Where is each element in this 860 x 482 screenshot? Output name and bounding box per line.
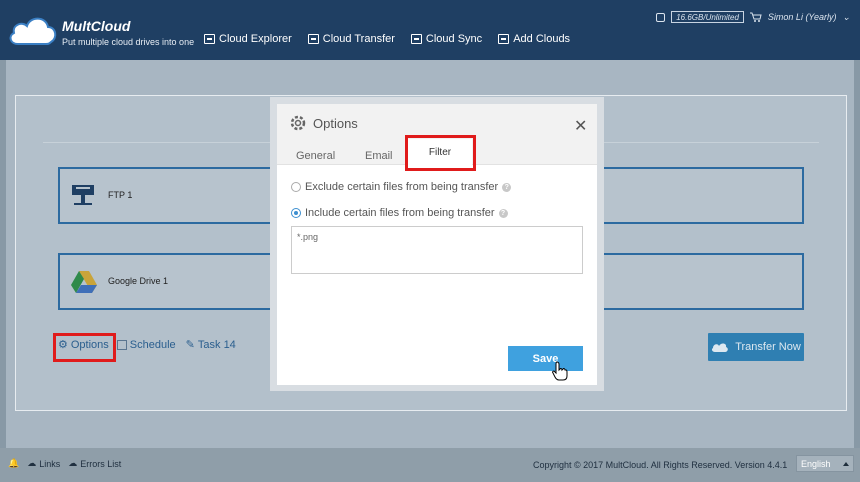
caret-up-icon [843,462,849,466]
nav-label: Add Clouds [513,33,571,45]
errors-label: Errors List [80,458,122,469]
help-icon[interactable]: ? [502,182,512,192]
cloud-sync-icon [410,34,422,44]
add-clouds-icon [498,34,510,44]
exclude-option[interactable]: Exclude certain files from being transfe… [291,181,512,193]
close-icon[interactable]: ✕ [574,116,587,136]
save-button[interactable]: Save [508,346,583,371]
brand-tagline: Put multiple cloud drives into one [62,37,195,47]
chevron-down-icon[interactable]: ⌄ [842,12,850,23]
target-drive-label: Google Drive 1 [108,276,169,286]
copyright-text: Copyright © 2017 MultCloud. All Rights R… [533,460,788,470]
app-footer: 🔔 ☁ Links ☁ Errors List Copyright © 2017… [0,448,860,482]
gear-icon [290,115,306,131]
transfer-now-button[interactable]: Transfer Now [708,333,804,361]
brand-name: MultCloud [62,18,131,34]
hand-cursor-icon [552,361,568,381]
links-label: Links [39,458,61,469]
schedule-label: Schedule [129,338,176,351]
nav-cloud-sync[interactable]: Cloud Sync [410,33,483,45]
nav-cloud-transfer[interactable]: Cloud Transfer [307,33,395,45]
app-header: MultCloud Put multiple cloud drives into… [0,0,860,60]
include-radio[interactable] [291,208,301,218]
storage-usage: 16.6GB/Unlimited [671,11,744,23]
filter-tab-highlight [405,135,476,171]
nav-label: Cloud Sync [425,33,483,45]
ftp-icon [72,185,94,205]
cloud-upload-icon [712,343,728,352]
dialog-title: Options [313,116,358,131]
account-area: 16.6GB/Unlimited Simon Li (Yearly) ⌄ [656,11,850,23]
tab-email[interactable]: Email [365,150,393,162]
footer-links: 🔔 ☁ Links ☁ Errors List [8,458,121,469]
nav-cloud-explorer[interactable]: Cloud Explorer [204,33,292,45]
exclude-radio[interactable] [291,182,301,192]
edit-icon: ✎ [185,339,195,351]
nav-label: Cloud Explorer [219,33,292,45]
help-icon[interactable]: ? [498,208,508,218]
nav-add-clouds[interactable]: Add Clouds [498,33,570,45]
schedule-checkbox[interactable] [116,339,127,350]
nav-label: Cloud Transfer [322,33,395,45]
errors-list-link[interactable]: ☁ Errors List [68,458,121,469]
filter-pattern-input[interactable]: *.png [291,226,583,274]
options-highlight [53,333,116,362]
cart-icon[interactable] [749,12,762,22]
links-link[interactable]: ☁ Links [27,458,60,469]
schedule-link[interactable]: Schedule [116,338,176,351]
tab-general[interactable]: General [296,150,335,162]
bell-icon[interactable]: 🔔 [8,458,19,469]
multcloud-logo-icon[interactable] [6,10,60,50]
collapse-icon[interactable] [656,12,666,22]
cloud-icon: ☁ [68,458,78,468]
cloud-transfer-icon [307,34,319,44]
main-nav: Cloud Explorer Cloud Transfer Cloud Sync… [204,33,570,45]
include-option[interactable]: Include certain files from being transfe… [291,207,508,219]
exclude-label: Exclude certain files from being transfe… [305,181,499,193]
task-label: Task 14 [197,338,236,351]
language-select[interactable]: English [796,455,854,472]
user-menu[interactable]: Simon Li (Yearly) [768,12,837,22]
task-name[interactable]: ✎ Task 14 [185,338,236,352]
transfer-now-label: Transfer Now [735,341,801,353]
cloud-icon: ☁ [27,458,37,468]
language-value: English [801,458,831,469]
source-drive-label: FTP 1 [108,190,133,200]
cloud-explorer-icon [204,34,215,44]
include-label: Include certain files from being transfe… [305,207,495,219]
google-drive-icon [71,271,97,293]
